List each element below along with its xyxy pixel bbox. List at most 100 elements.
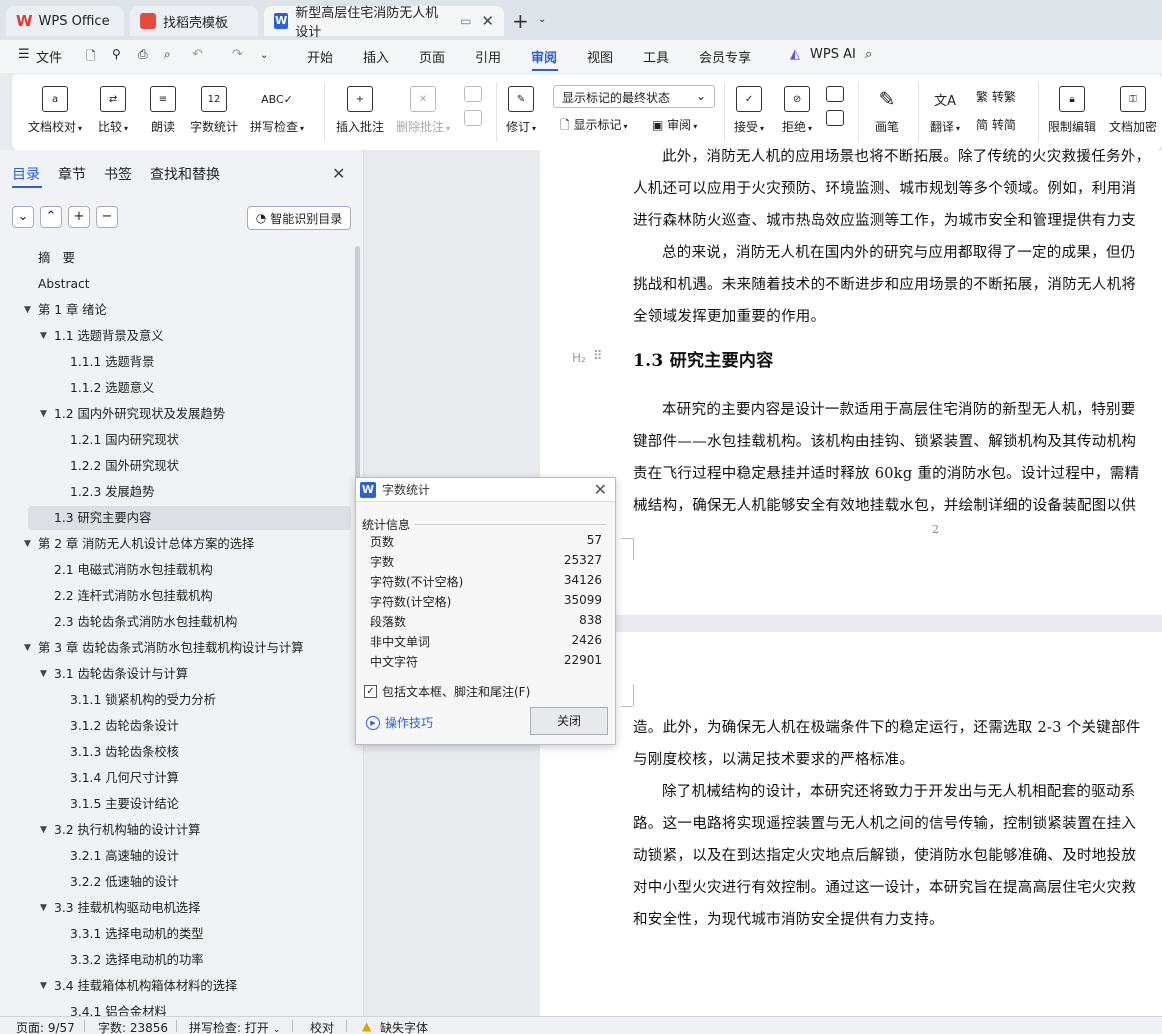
- toc-item[interactable]: 3.3.1 选择电动机的类型: [70, 922, 204, 946]
- close-button[interactable]: 关闭: [530, 707, 608, 735]
- toc-item[interactable]: 3.2.2 低速轴的设计: [70, 870, 179, 894]
- menu-reference[interactable]: 引用: [475, 47, 501, 66]
- caret-down-icon[interactable]: ▼: [40, 818, 47, 842]
- menu-file[interactable]: 文件: [36, 47, 62, 66]
- collapse-up-icon[interactable]: ⌃: [40, 206, 62, 228]
- caret-down-icon[interactable]: ▼: [40, 974, 47, 998]
- caret-down-icon[interactable]: ▼: [40, 402, 47, 426]
- menu-view[interactable]: 视图: [587, 47, 613, 66]
- toc-item[interactable]: 2.3 齿轮齿条式消防水包挂载机构: [54, 610, 237, 634]
- menu-wps-ai[interactable]: WPS AI: [810, 47, 856, 62]
- tips-link[interactable]: ▶ 操作技巧: [366, 714, 433, 731]
- prev-comment-button[interactable]: [464, 86, 482, 126]
- caret-down-icon[interactable]: ▼: [40, 324, 47, 348]
- caret-down-icon[interactable]: ▼: [40, 896, 47, 920]
- smart-recognize-toc-button[interactable]: ◔ 智能识别目录: [247, 206, 351, 230]
- insert-comment-button[interactable]: + 插入批注: [336, 86, 384, 135]
- toc-item[interactable]: ▼ 第 1 章 绪论: [24, 298, 107, 322]
- window-icon[interactable]: ▭: [460, 14, 471, 28]
- tab-template[interactable]: 找稻壳模板: [130, 6, 258, 36]
- close-tab-icon[interactable]: ✕: [481, 12, 494, 30]
- doc-check-button[interactable]: a 文档校对 ▾: [28, 86, 82, 135]
- toc-item[interactable]: ▼ 第 3 章 齿轮齿条式消防水包挂载机构设计与计算: [24, 636, 304, 660]
- prev-change-button[interactable]: [826, 86, 844, 126]
- review-pane-button[interactable]: ▣ 审阅 ▾: [652, 116, 697, 133]
- toc-item[interactable]: ▼ 1.1 选题背景及意义: [40, 324, 164, 348]
- markup-state-select[interactable]: 显示标记的最终状态 ⌄: [553, 85, 715, 108]
- toc-item[interactable]: 1.2.3 发展趋势: [70, 480, 154, 504]
- add-level-icon[interactable]: +: [68, 206, 90, 228]
- read-aloud-button[interactable]: ≡ 朗读: [150, 86, 176, 135]
- toc-item[interactable]: 3.1.1 锁紧机构的受力分析: [70, 688, 216, 712]
- toc-item[interactable]: 1.2.2 国外研究现状: [70, 454, 179, 478]
- toc-item[interactable]: 3.1.2 齿轮齿条设计: [70, 714, 179, 738]
- chevron-down-icon[interactable]: ⌄: [538, 14, 546, 25]
- tab-find-replace[interactable]: 查找和替换: [150, 164, 220, 184]
- print-preview-icon[interactable]: ⌕: [164, 47, 171, 62]
- proofread-status[interactable]: 校对: [310, 1019, 334, 1034]
- caret-down-icon[interactable]: ▼: [24, 298, 31, 322]
- spell-check-status[interactable]: 拼写检查: 打开 ⌄: [189, 1019, 280, 1034]
- toc-item[interactable]: 3.2.1 高速轴的设计: [70, 844, 179, 868]
- drag-handle-icon[interactable]: ⠿: [593, 349, 603, 364]
- expand-down-icon[interactable]: ⌄: [12, 206, 34, 228]
- tab-wps-office[interactable]: W WPS Office: [6, 6, 124, 36]
- menu-page[interactable]: 页面: [419, 47, 445, 66]
- pen-button[interactable]: ✎ 画笔: [874, 86, 900, 135]
- toc-item[interactable]: 3.3.2 选择电动机的功率: [70, 948, 204, 972]
- tab-toc[interactable]: 目录: [12, 164, 40, 184]
- menu-tools[interactable]: 工具: [643, 47, 669, 66]
- translate-button[interactable]: 文A 翻译 ▾: [930, 86, 960, 135]
- tab-chapter[interactable]: 章节: [58, 164, 86, 184]
- remove-level-icon[interactable]: −: [96, 206, 118, 228]
- toc-item[interactable]: 摘 要: [38, 246, 75, 270]
- toc-item[interactable]: 2.1 电磁式消防水包挂载机构: [54, 558, 213, 582]
- toc-item[interactable]: ▼ 3.2 执行机构轴的设计计算: [40, 818, 200, 842]
- checkbox-checked-icon[interactable]: ✓: [364, 685, 377, 698]
- toc-item[interactable]: ▼ 3.3 挂载机构驱动电机选择: [40, 896, 200, 920]
- accept-button[interactable]: ✓ 接受 ▾: [734, 86, 764, 135]
- menu-insert[interactable]: 插入: [363, 47, 389, 66]
- more-chevron-icon[interactable]: ⌄: [260, 50, 268, 61]
- encrypt-button[interactable]: ⚿ 文档加密: [1109, 86, 1157, 135]
- tab-bookmark[interactable]: 书签: [104, 164, 132, 184]
- delete-comment-button[interactable]: ✕ 删除批注 ▾: [396, 86, 450, 135]
- toc-item[interactable]: ▼ 3.4 挂载箱体机构箱体材料的选择: [40, 974, 237, 998]
- toc-item[interactable]: 1.3 研究主要内容: [28, 506, 351, 530]
- word-count-indicator[interactable]: 字数: 23856: [98, 1019, 168, 1034]
- to-simplified-button[interactable]: 简 转简: [976, 116, 1016, 133]
- caret-down-icon[interactable]: ▼: [40, 662, 47, 686]
- undo-icon[interactable]: ↶: [192, 47, 203, 62]
- menu-review[interactable]: 审阅: [531, 47, 557, 66]
- toc-item[interactable]: ▼ 第 2 章 消防无人机设计总体方案的选择: [24, 532, 254, 556]
- close-pane-icon[interactable]: ✕: [332, 164, 345, 183]
- toc-item[interactable]: 1.1.2 选题意义: [70, 376, 154, 400]
- hamburger-icon[interactable]: ☰: [18, 47, 30, 62]
- menu-member[interactable]: 会员专享: [699, 47, 751, 66]
- toc-item[interactable]: Abstract: [38, 272, 90, 296]
- restrict-edit-button[interactable]: 🔒︎ 限制编辑: [1048, 86, 1096, 135]
- menu-start[interactable]: 开始: [307, 47, 333, 66]
- save-icon[interactable]: 🗋: [86, 47, 96, 68]
- redo-icon[interactable]: ↷: [232, 47, 243, 62]
- search-icon[interactable]: ⌕: [865, 47, 872, 62]
- caret-down-icon[interactable]: ▼: [24, 636, 31, 660]
- toc-item[interactable]: 3.1.3 齿轮齿条校核: [70, 740, 179, 764]
- toc-item[interactable]: 3.1.4 几何尺寸计算: [70, 766, 179, 790]
- toc-item[interactable]: 2.2 连杆式消防水包挂载机构: [54, 584, 213, 608]
- toc-item[interactable]: ▼ 3.1 齿轮齿条设计与计算: [40, 662, 188, 686]
- new-tab-plus-icon[interactable]: +: [512, 9, 529, 33]
- include-textbox-checkbox[interactable]: ✓ 包括文本框、脚注和尾注(F): [364, 683, 530, 700]
- revise-button[interactable]: ✎ 修订 ▾: [506, 86, 536, 135]
- close-icon[interactable]: ✕: [594, 480, 607, 499]
- show-markup-button[interactable]: 🗋 显示标记 ▾: [560, 116, 628, 137]
- tab-document[interactable]: W 新型高层住宅消防无人机设计 ▭ ✕: [264, 6, 504, 40]
- spell-check-button[interactable]: ABC✓ 拼写检查 ▾: [250, 86, 304, 135]
- print-icon[interactable]: ⎙: [138, 47, 148, 62]
- page-indicator[interactable]: 页面: 9/57: [16, 1019, 75, 1034]
- pin-icon[interactable]: ⚲: [112, 47, 121, 61]
- word-count-button[interactable]: 12 字数统计: [190, 86, 238, 135]
- to-traditional-button[interactable]: 繁 转繁: [976, 88, 1016, 105]
- toc-item[interactable]: 1.2.1 国内研究现状: [70, 428, 179, 452]
- dialog-titlebar[interactable]: W 字数统计 ✕: [356, 478, 615, 502]
